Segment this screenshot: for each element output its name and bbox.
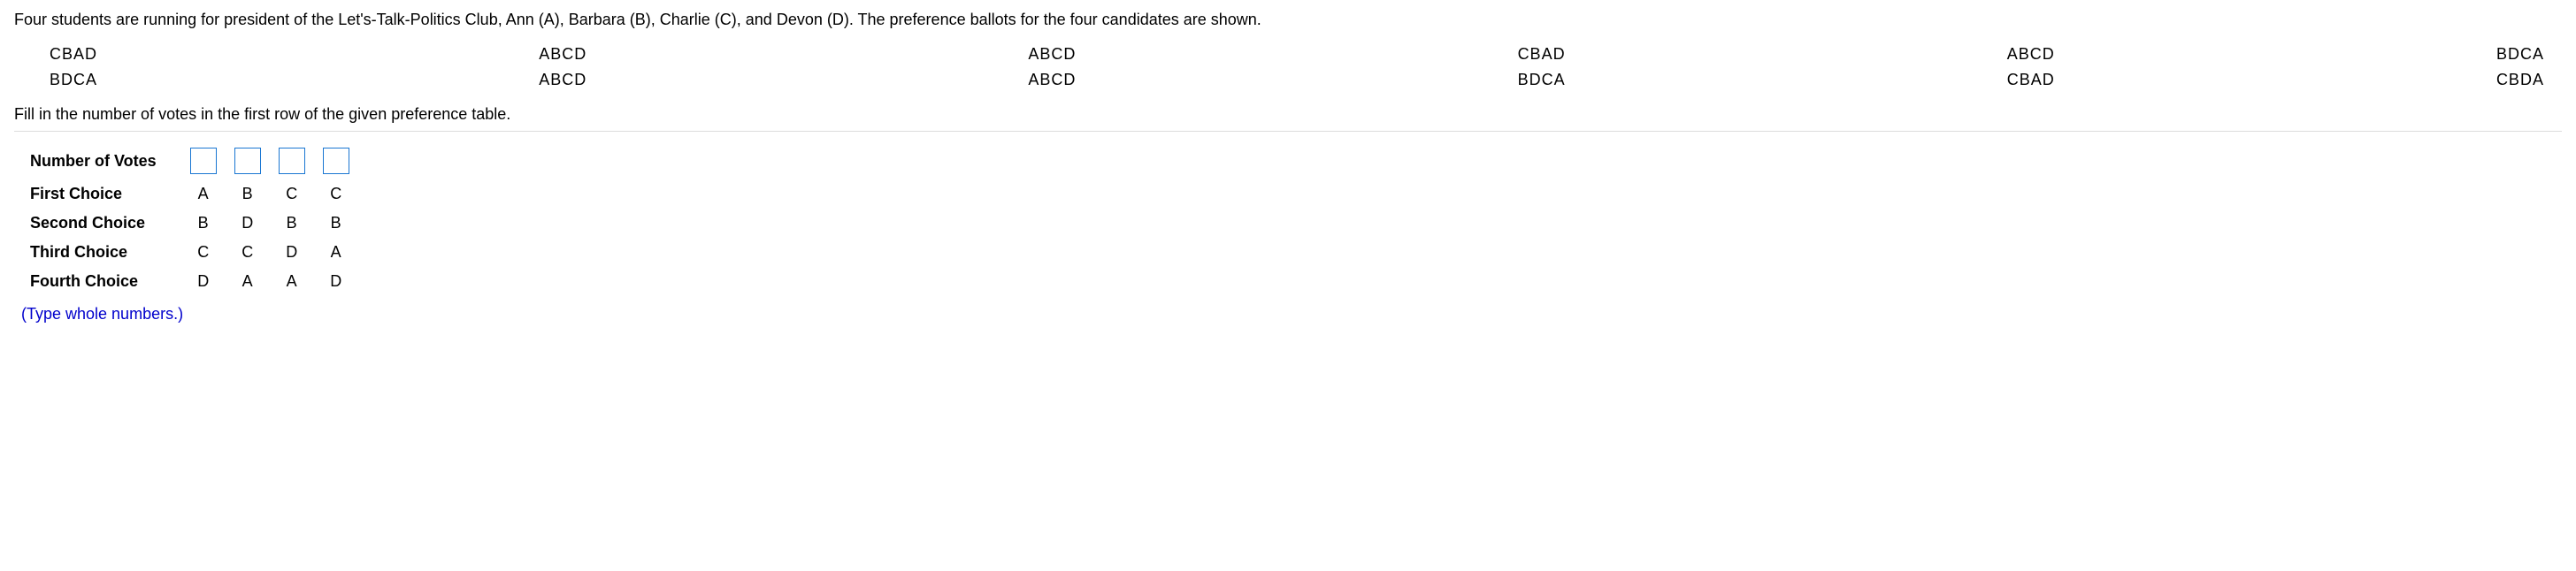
table-row-third: Third Choice C C D A xyxy=(21,238,358,267)
table-cell: C xyxy=(226,238,270,267)
table-cell: D xyxy=(314,267,358,296)
table-cell: A xyxy=(181,179,226,209)
instruction-text: Fill in the number of votes in the first… xyxy=(14,105,2562,124)
table-cell: A xyxy=(270,267,314,296)
ballot-item: ABCD xyxy=(2007,45,2055,64)
ballot-item: BDCA xyxy=(1518,71,1566,89)
preference-table: Number of Votes First Choice A B C C Sec… xyxy=(21,142,358,296)
table-cell: A xyxy=(314,238,358,267)
table-cell: B xyxy=(314,209,358,238)
table-row-first: First Choice A B C C xyxy=(21,179,358,209)
votes-input-2[interactable] xyxy=(234,148,261,174)
ballot-column: BDCA CBDA xyxy=(2496,45,2544,89)
ballot-column: CBAD BDCA xyxy=(50,45,97,89)
table-cell: D xyxy=(270,238,314,267)
ballots-container: CBAD BDCA ABCD ABCD ABCD ABCD CBAD BDCA … xyxy=(14,45,2562,89)
table-cell: A xyxy=(226,267,270,296)
votes-input-4[interactable] xyxy=(323,148,349,174)
ballot-column: ABCD CBAD xyxy=(2007,45,2055,89)
ballot-item: ABCD xyxy=(1028,45,1076,64)
table-cell: C xyxy=(181,238,226,267)
ballot-item: BDCA xyxy=(50,71,97,89)
ballot-item: BDCA xyxy=(2496,45,2544,64)
ballot-item: ABCD xyxy=(539,71,586,89)
ballot-item: CBAD xyxy=(1518,45,1566,64)
ballot-column: CBAD BDCA xyxy=(1518,45,1566,89)
row-label-second: Second Choice xyxy=(21,209,181,238)
ballot-item: CBDA xyxy=(2496,71,2544,89)
votes-input-3[interactable] xyxy=(279,148,305,174)
row-label-first: First Choice xyxy=(21,179,181,209)
table-row-second: Second Choice B D B B xyxy=(21,209,358,238)
row-label-fourth: Fourth Choice xyxy=(21,267,181,296)
section-divider xyxy=(14,131,2562,132)
input-hint: (Type whole numbers.) xyxy=(21,305,2562,324)
row-label-third: Third Choice xyxy=(21,238,181,267)
table-row-votes: Number of Votes xyxy=(21,142,358,179)
ballot-item: ABCD xyxy=(1028,71,1076,89)
table-cell: C xyxy=(314,179,358,209)
table-cell: B xyxy=(181,209,226,238)
ballot-column: ABCD ABCD xyxy=(1028,45,1076,89)
table-cell: C xyxy=(270,179,314,209)
ballot-item: CBAD xyxy=(2007,71,2055,89)
votes-input-1[interactable] xyxy=(190,148,217,174)
problem-intro: Four students are running for president … xyxy=(14,11,2562,29)
table-cell: D xyxy=(226,209,270,238)
table-row-fourth: Fourth Choice D A A D xyxy=(21,267,358,296)
table-cell: B xyxy=(270,209,314,238)
table-cell: B xyxy=(226,179,270,209)
row-label-votes: Number of Votes xyxy=(21,142,181,179)
ballot-item: ABCD xyxy=(539,45,586,64)
table-cell: D xyxy=(181,267,226,296)
ballot-item: CBAD xyxy=(50,45,97,64)
ballot-column: ABCD ABCD xyxy=(539,45,586,89)
